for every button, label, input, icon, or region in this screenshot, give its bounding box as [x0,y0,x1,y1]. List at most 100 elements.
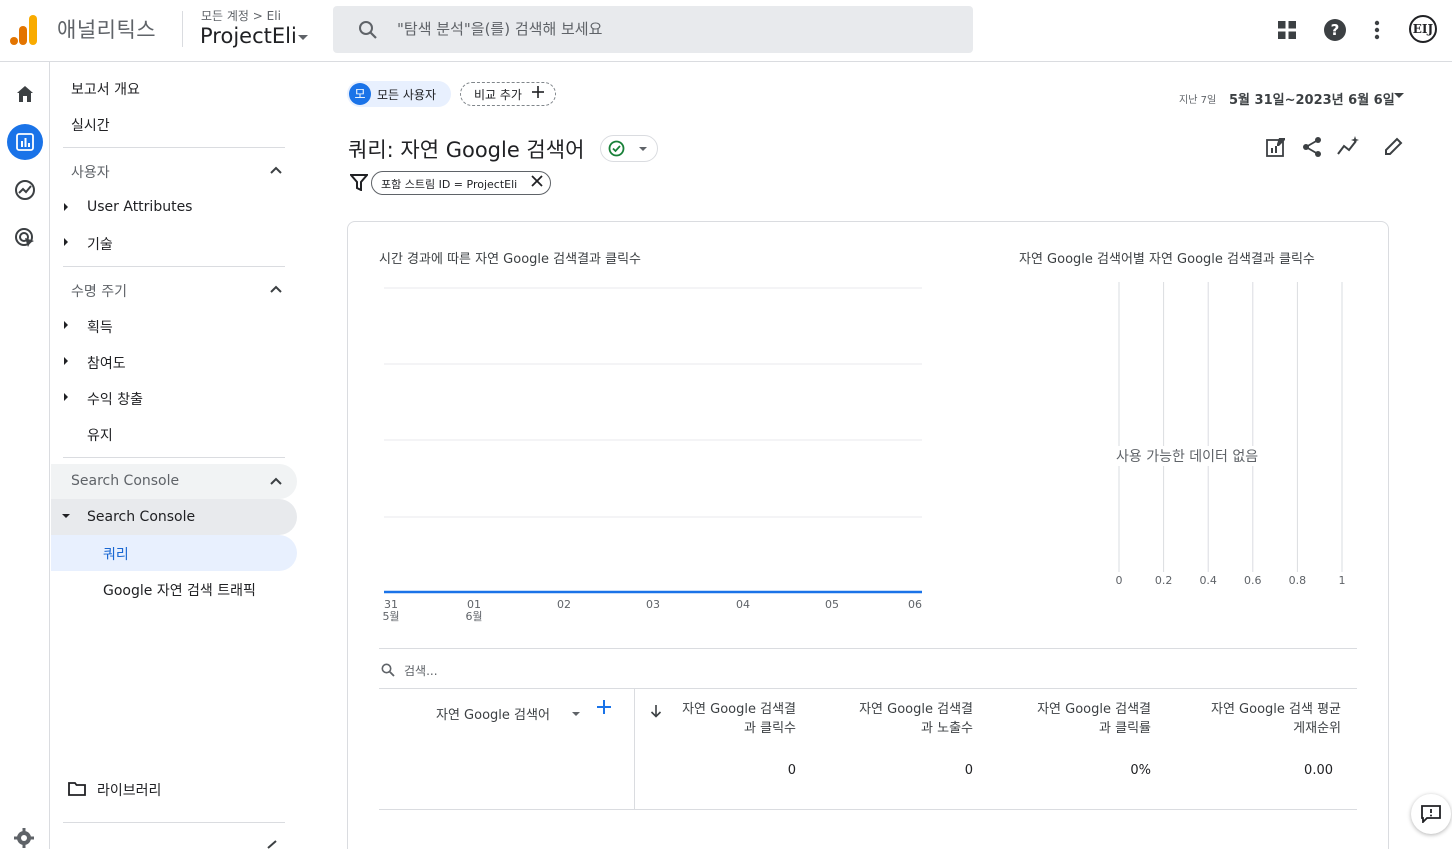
chevron-up-icon[interactable] [270,285,282,293]
expand-arrow-icon[interactable] [64,393,68,401]
divider [379,648,1357,649]
brand-name: 애널리틱스 [57,18,157,42]
nav-item-selected [51,535,297,571]
tick-line: 5월 [382,610,400,623]
feedback-button[interactable] [1411,794,1451,834]
column-header-clicks[interactable]: 자연 Google 검색결과 클릭수 [682,700,796,738]
edit-pencil-icon[interactable] [1384,136,1404,156]
x-tick-label: 01 6월 [464,599,484,623]
column-header-impressions[interactable]: 자연 Google 검색결 과 노출수 [859,700,973,738]
x-tick-label: 0.2 [1154,574,1173,587]
nav-monetization[interactable]: 수익 창출 [87,389,143,409]
table-search-input[interactable]: 검색... [404,662,438,679]
x-tick-label: 04 [733,599,753,611]
explore-icon[interactable] [7,172,43,208]
header-line: 과 클릭수 [744,721,796,736]
divider [63,266,285,267]
plus-icon [532,86,544,98]
search-input[interactable]: "탐색 분석"을(를) 검색해 보세요 [397,18,602,39]
x-tick-label: 31 5월 [381,599,401,623]
tick-line: 05 [825,598,839,611]
tick-line: 03 [646,598,660,611]
nav-user-attributes[interactable]: User Attributes [87,199,192,215]
total-ctr: 0% [1130,763,1151,778]
divider [63,147,285,148]
filter-label: 포함 스트림 ID = ProjectEli [381,178,518,191]
all-users-label: 모든 사용자 [377,88,437,102]
header-line: 자연 Google 검색결 [1037,702,1151,717]
add-dimension-icon[interactable] [597,700,611,714]
filter-icon [350,174,368,191]
chevron-down-icon [639,147,647,151]
nav-retention[interactable]: 유지 [87,425,113,445]
line-chart[interactable] [384,280,924,600]
nav-realtime[interactable]: 실시간 [71,115,110,135]
header-line: 자연 Google 검색결 [682,702,796,717]
nav-acquisition[interactable]: 획득 [87,317,113,337]
reports-icon[interactable] [7,124,43,160]
nav-section-search-console[interactable]: Search Console [71,473,179,489]
sort-arrow-down-icon[interactable] [650,704,662,718]
column-header-ctr[interactable]: 자연 Google 검색결과 클릭률 [1037,700,1151,738]
analytics-logo-icon[interactable] [10,15,38,45]
share-icon[interactable] [1301,136,1323,158]
folder-icon [68,782,86,796]
divider [63,822,285,823]
header-line: 게재순위 [1293,721,1341,736]
chevron-down-icon[interactable] [1394,93,1404,98]
breadcrumb[interactable]: 모든 계정 > Eli [201,7,281,24]
svg-text:?: ? [1331,21,1340,39]
nav-engagement[interactable]: 참여도 [87,353,126,373]
divider [379,688,1357,689]
search-icon [381,663,395,677]
x-tick-label: 1 [1338,574,1346,587]
divider [63,457,285,458]
nav-overview[interactable]: 보고서 개요 [71,79,140,99]
expand-arrow-icon[interactable] [64,203,68,211]
header-line: 과 클릭률 [1099,721,1151,736]
expand-arrow-icon[interactable] [64,321,68,329]
nav-organic-traffic[interactable]: Google 자연 검색 트래픽 [103,580,256,600]
page-title: 쿼리: 자연 Google 검색어 [348,138,585,162]
chevron-down-icon[interactable] [298,35,308,40]
avatar[interactable]: EIJ [1409,15,1437,43]
chevron-up-icon[interactable] [270,166,282,174]
nav-section-lifecycle[interactable]: 수명 주기 [71,281,127,301]
expand-arrow-icon[interactable] [64,357,68,365]
apps-grid-icon[interactable] [1278,21,1296,39]
chevron-down-icon[interactable] [572,712,580,716]
nav-queries[interactable]: 쿼리 [103,544,129,564]
collapse-nav-icon[interactable] [266,840,278,849]
expand-arrow-icon[interactable] [64,238,68,246]
home-icon[interactable] [7,76,43,112]
more-vert-icon[interactable] [1373,20,1381,40]
nav-section-user[interactable]: 사용자 [71,162,110,182]
column-header-position[interactable]: 자연 Google 검색 평균 게재순위 [1211,700,1341,738]
chevron-up-icon[interactable] [270,477,282,485]
report-status-dropdown[interactable] [600,135,658,162]
x-tick-label: 0 [1115,574,1123,587]
date-range-picker[interactable]: 5월 31일~2023년 6월 6일 [1229,89,1395,108]
nav-search-console[interactable]: Search Console [87,509,195,525]
nav-library[interactable]: 라이브러리 [97,780,161,800]
property-selector[interactable]: ProjectEli [200,24,297,48]
collapse-arrow-icon[interactable] [62,514,70,518]
customize-report-icon[interactable] [1265,136,1287,158]
tick-line: 04 [736,598,750,611]
nav-tech[interactable]: 기술 [87,234,113,254]
x-tick-label: 0.8 [1288,574,1307,587]
segment-badge: 모 [349,83,371,105]
column-divider [634,689,635,809]
bar-chart[interactable] [1110,280,1360,580]
insights-icon[interactable] [1337,136,1361,158]
close-icon[interactable] [530,174,544,188]
settings-gear-icon[interactable] [13,827,35,849]
tick-line: 06 [908,598,922,611]
date-range-prefix[interactable]: 지난 7일 [1179,91,1216,106]
advertising-icon[interactable] [7,220,43,256]
x-tick-label: 03 [643,599,663,611]
feedback-icon [1421,805,1441,823]
help-icon[interactable]: ? [1324,19,1346,41]
dimension-header[interactable]: 자연 Google 검색어 [436,704,550,723]
x-tick-label: 0.6 [1244,574,1262,587]
